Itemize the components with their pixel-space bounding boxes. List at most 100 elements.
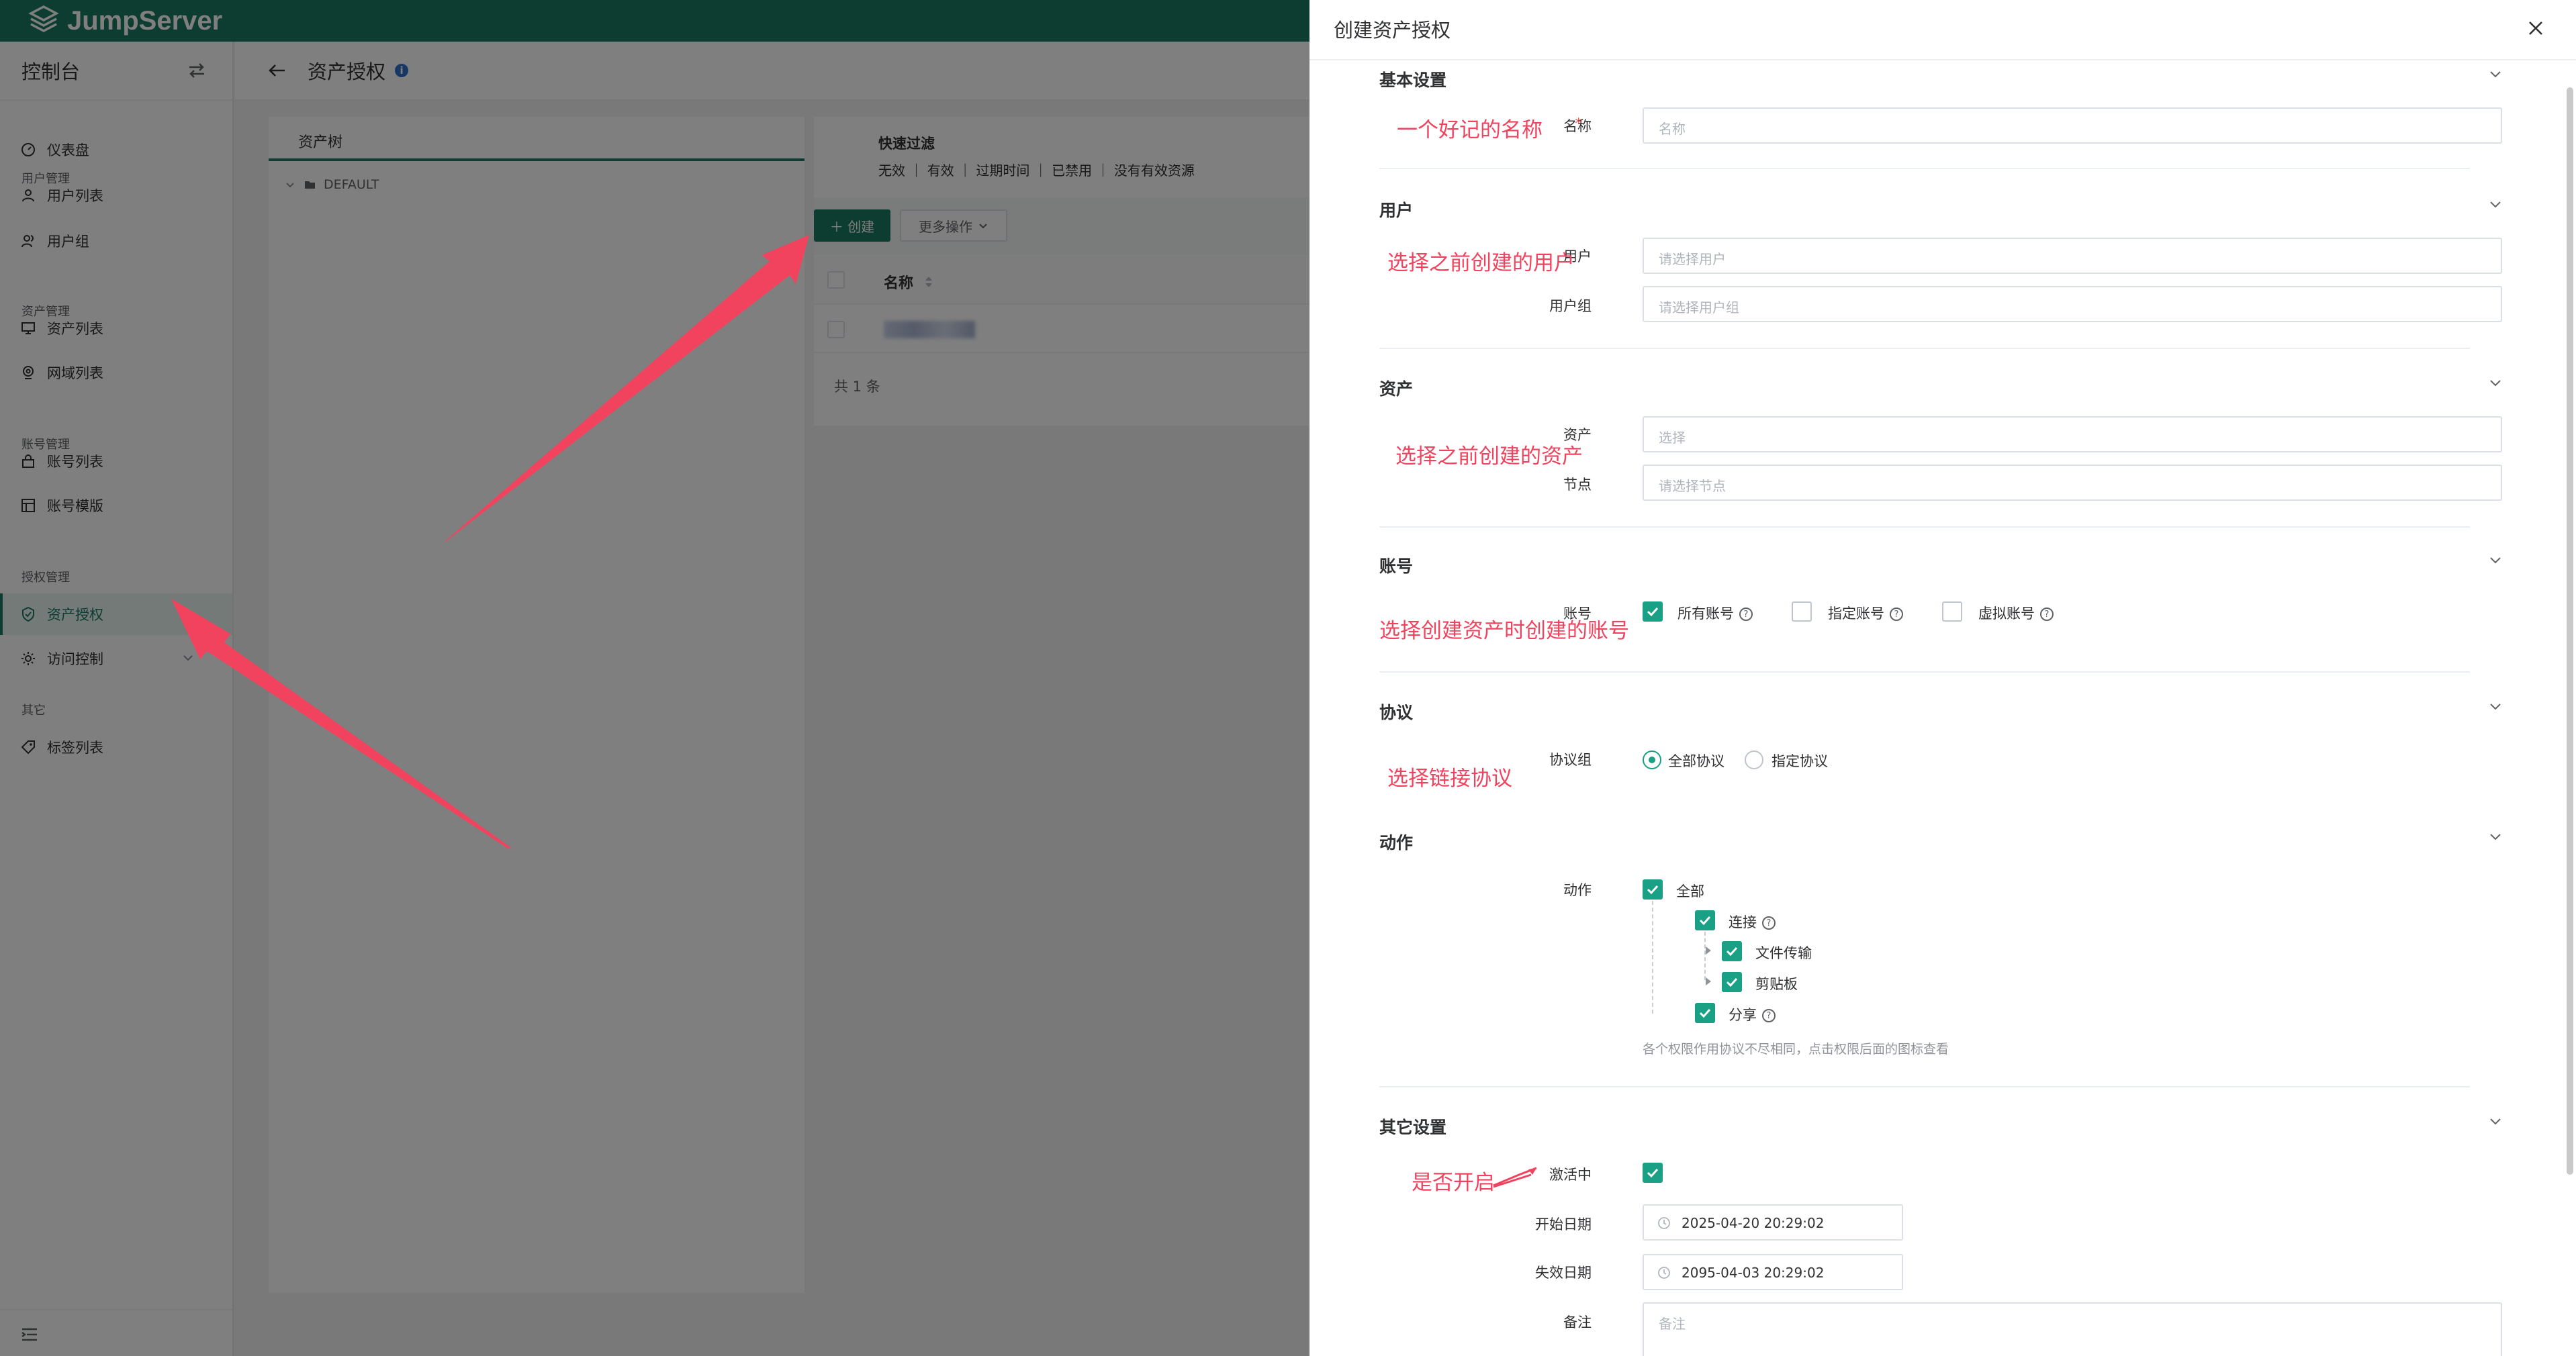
nodes-placeholder: 请选择节点 bbox=[1659, 478, 1726, 494]
is-active-checkbox[interactable] bbox=[1643, 1163, 1663, 1183]
annotation-arrow-active bbox=[1493, 1167, 1537, 1188]
clock-icon bbox=[1658, 1267, 1670, 1279]
annotation-active: 是否开启 bbox=[1412, 1171, 1495, 1195]
option-label: 指定账号 bbox=[1828, 606, 1884, 622]
field-label-text: 协议组 bbox=[1549, 752, 1592, 768]
virtual-accounts-checkbox[interactable] bbox=[1942, 601, 1962, 622]
assets-placeholder: 选择 bbox=[1659, 430, 1686, 446]
drawer-header: 创建资产授权 bbox=[1309, 0, 2576, 60]
all-accounts-checkbox[interactable] bbox=[1643, 601, 1663, 622]
chevron-down-icon[interactable] bbox=[2486, 64, 2505, 83]
expand-icon[interactable] bbox=[1706, 947, 1711, 955]
clock-icon bbox=[1658, 1217, 1670, 1229]
chevron-down-icon[interactable] bbox=[2486, 195, 2505, 213]
date-expired-value: 2095-04-03 20:29:02 bbox=[1682, 1265, 1825, 1281]
field-label-text: 用户组 bbox=[1549, 298, 1592, 314]
action-transfer-checkbox[interactable] bbox=[1722, 941, 1742, 961]
section-asset[interactable]: 资产 bbox=[1379, 376, 1413, 400]
action-share-label[interactable]: 分享? bbox=[1729, 1004, 1776, 1024]
action-share-checkbox[interactable] bbox=[1695, 1003, 1715, 1023]
drawer-scrollbar[interactable] bbox=[2567, 87, 2573, 1175]
date-start-picker[interactable]: 2025-04-20 20:29:02 bbox=[1643, 1204, 1903, 1241]
field-label-text: 动作 bbox=[1563, 882, 1592, 898]
help-icon[interactable]: ? bbox=[1739, 608, 1753, 621]
comment-placeholder: 备注 bbox=[1659, 1316, 1686, 1332]
specified-protocols-radio[interactable] bbox=[1745, 750, 1763, 769]
section-user[interactable]: 用户 bbox=[1379, 197, 1413, 222]
section-basic[interactable]: 基本设置 bbox=[1379, 67, 1446, 91]
annotation-arrows bbox=[171, 235, 809, 849]
date-start-value: 2025-04-20 20:29:02 bbox=[1682, 1215, 1825, 1231]
checkmark-icon bbox=[1699, 916, 1711, 926]
action-connect-checkbox[interactable] bbox=[1695, 910, 1715, 930]
field-label-text: 激活中 bbox=[1549, 1167, 1592, 1183]
required-mark: * bbox=[1575, 115, 1583, 132]
option-label: 虚拟账号 bbox=[1978, 606, 2035, 622]
user-groups-placeholder: 请选择用户组 bbox=[1659, 299, 1739, 316]
specified-protocols-option[interactable]: 指定协议 bbox=[1772, 750, 1828, 771]
section-action[interactable]: 动作 bbox=[1379, 830, 1413, 854]
help-icon[interactable]: ? bbox=[2040, 608, 2054, 621]
date-expired-picker[interactable]: 2095-04-03 20:29:02 bbox=[1643, 1254, 1903, 1290]
action-clipboard-label[interactable]: 剪贴板 bbox=[1755, 973, 1798, 994]
assets-select[interactable]: 选择 bbox=[1643, 416, 2502, 452]
help-icon[interactable]: ? bbox=[1762, 916, 1776, 930]
checkmark-icon bbox=[1647, 885, 1659, 895]
all-protocols-option[interactable]: 全部协议 bbox=[1668, 750, 1724, 771]
field-label-text: 备注 bbox=[1563, 1314, 1592, 1330]
chevron-down-icon[interactable] bbox=[2486, 827, 2505, 846]
action-all-label[interactable]: 全部 bbox=[1676, 881, 1704, 901]
tree-connector bbox=[1652, 901, 1653, 1014]
divider bbox=[1379, 671, 2470, 673]
comment-textarea[interactable]: 备注 bbox=[1643, 1302, 2502, 1356]
virtual-accounts-option[interactable]: 虚拟账号? bbox=[1978, 603, 2054, 623]
checkmark-icon bbox=[1699, 1008, 1711, 1018]
annotation-protocol: 选择链接协议 bbox=[1387, 767, 1512, 791]
help-icon[interactable]: ? bbox=[1890, 608, 1903, 621]
divider bbox=[1379, 168, 2470, 169]
action-transfer-label[interactable]: 文件传输 bbox=[1755, 942, 1812, 963]
field-label-text: 开始日期 bbox=[1535, 1216, 1592, 1232]
field-label-text: 节点 bbox=[1563, 477, 1592, 493]
annotation-name: 一个好记的名称 bbox=[1397, 118, 1543, 142]
annotation-account: 选择创建资产时创建的账号 bbox=[1379, 619, 1629, 643]
close-icon[interactable] bbox=[2524, 16, 2548, 40]
action-all-checkbox[interactable] bbox=[1643, 879, 1663, 900]
chevron-down-icon[interactable] bbox=[2486, 373, 2505, 392]
specified-accounts-option[interactable]: 指定账号? bbox=[1828, 603, 1903, 623]
action-clipboard-checkbox[interactable] bbox=[1722, 972, 1742, 992]
checkmark-icon bbox=[1726, 977, 1738, 987]
section-protocol[interactable]: 协议 bbox=[1379, 699, 1413, 724]
annotation-asset: 选择之前创建的资产 bbox=[1395, 444, 1583, 469]
section-other[interactable]: 其它设置 bbox=[1379, 1114, 1446, 1139]
chevron-down-icon[interactable] bbox=[2486, 697, 2505, 716]
actions-hint: 各个权限作用协议不尽相同，点击权限后面的图标查看 bbox=[1643, 1042, 1949, 1057]
option-label: 连接 bbox=[1729, 914, 1757, 930]
chevron-down-icon[interactable] bbox=[2486, 1112, 2505, 1130]
drawer-title: 创建资产授权 bbox=[1334, 19, 1451, 42]
expand-icon[interactable] bbox=[1706, 977, 1711, 985]
checkmark-icon bbox=[1647, 607, 1659, 617]
create-permission-drawer: 创建资产授权 基本设置 * 名称 名称 一个好记的名称 用户 用户 请选择用户 用… bbox=[1309, 0, 2576, 1356]
annotation-user: 选择之前创建的用户 bbox=[1387, 251, 1575, 275]
app-background: JumpServer 控制台 仪表盘 用户管理 用户列表 用户组 资产管理 资产… bbox=[0, 0, 1309, 1356]
user-groups-select[interactable]: 请选择用户组 bbox=[1643, 286, 2502, 322]
option-label: 分享 bbox=[1729, 1007, 1757, 1023]
checkmark-icon bbox=[1726, 947, 1738, 957]
section-account[interactable]: 账号 bbox=[1379, 553, 1413, 577]
name-placeholder: 名称 bbox=[1659, 121, 1686, 137]
divider bbox=[1379, 526, 2470, 528]
users-select[interactable]: 请选择用户 bbox=[1643, 238, 2502, 274]
tree-connector bbox=[1704, 932, 1706, 980]
help-icon[interactable]: ? bbox=[1762, 1009, 1776, 1022]
option-label: 所有账号 bbox=[1677, 606, 1734, 622]
all-accounts-option[interactable]: 所有账号? bbox=[1677, 603, 1753, 623]
action-connect-label[interactable]: 连接? bbox=[1729, 912, 1776, 932]
chevron-down-icon[interactable] bbox=[2486, 550, 2505, 569]
specified-accounts-checkbox[interactable] bbox=[1792, 601, 1812, 622]
divider bbox=[1379, 1086, 2470, 1087]
nodes-select[interactable]: 请选择节点 bbox=[1643, 465, 2502, 501]
all-protocols-radio[interactable] bbox=[1643, 750, 1661, 769]
name-input[interactable]: 名称 bbox=[1643, 107, 2502, 144]
users-placeholder: 请选择用户 bbox=[1659, 251, 1726, 267]
